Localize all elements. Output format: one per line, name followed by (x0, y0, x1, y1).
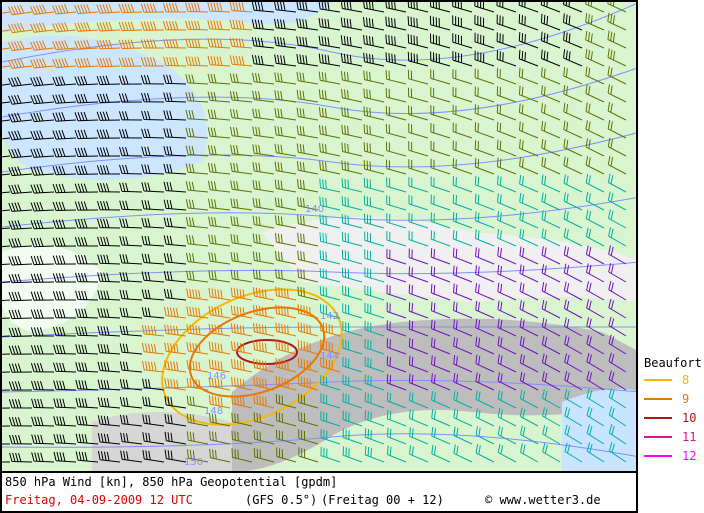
wind-map: 140 142 144 146 148 150 (0, 0, 638, 473)
legend-swatch (644, 416, 672, 419)
mountains-south-west (92, 412, 232, 471)
legend-item: 8 (640, 370, 704, 389)
caption-run: (Freitag 00 + 12) (321, 493, 444, 507)
legend-swatch (644, 435, 672, 438)
contour-label: 148 (204, 406, 223, 417)
map-canvas: 140 142 144 146 148 150 (2, 2, 636, 471)
caption-model: (GFS 0.5°) (245, 493, 318, 507)
beaufort-legend: Beaufort 8 9 10 11 12 (640, 356, 704, 465)
caption-title: 850 hPa Wind [kn], 850 hPa Geopotential … (5, 475, 338, 489)
legend-swatch (644, 454, 672, 457)
legend-item: 11 (640, 427, 704, 446)
legend-label: 12 (682, 448, 697, 463)
legend-label: 11 (682, 429, 697, 444)
caption-copyright: © www.wetter3.de (485, 493, 601, 507)
legend-label: 8 (682, 372, 690, 387)
contour-label: 146 (207, 371, 226, 382)
legend-label: 9 (682, 391, 690, 406)
legend-swatch (644, 397, 672, 400)
legend-label: 10 (682, 410, 697, 425)
legend-item: 10 (640, 408, 704, 427)
map-caption: 850 hPa Wind [kn], 850 hPa Geopotential … (0, 473, 638, 513)
contour-label: 150 (184, 457, 203, 468)
legend-item: 12 (640, 446, 704, 465)
contour-label: 142 (320, 311, 339, 322)
legend-swatch (644, 378, 672, 381)
legend-item: 9 (640, 389, 704, 408)
weather-map-page: 140 142 144 146 148 150 Beaufort 8 9 10 … (0, 0, 704, 513)
legend-title: Beaufort (644, 356, 702, 370)
contour-label: 140 (305, 204, 324, 215)
contour-label: 144 (320, 351, 339, 362)
caption-date: Freitag, 04-09-2009 12 UTC (5, 493, 193, 507)
